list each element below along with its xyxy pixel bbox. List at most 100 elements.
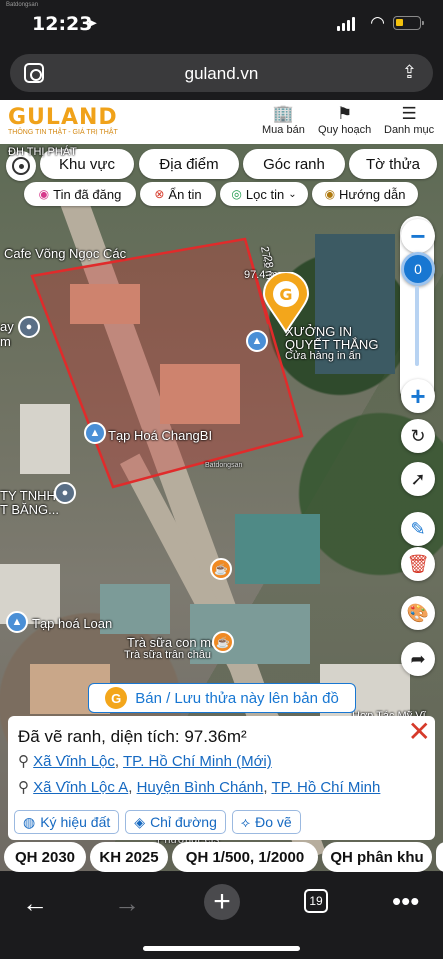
- nav-quy-hoach[interactable]: ⚑ Quy hoạch: [318, 104, 371, 136]
- tin-da-dang-button[interactable]: ◉ Tin đã đăng: [24, 182, 136, 206]
- filter-dia-diem[interactable]: Địa điểm: [139, 149, 239, 179]
- location-pin-icon: ⚲: [18, 779, 29, 796]
- huong-dan-button[interactable]: ◉ Hướng dẫn: [312, 182, 418, 206]
- measure-icon: ⟡: [240, 813, 251, 830]
- menu-icon: ☰: [401, 104, 417, 123]
- forward-arrow-icon[interactable]: →: [114, 888, 140, 919]
- draw-tools-icon[interactable]: ✎: [401, 512, 435, 546]
- tabs-button[interactable]: 19: [304, 889, 328, 913]
- browser-toolbar: ← → + 19 •••: [0, 872, 443, 959]
- link-old-commune[interactable]: Xã Vĩnh Lộc A: [33, 779, 128, 796]
- grocery-pin-icon[interactable]: ▲: [6, 611, 28, 633]
- new-tab-icon[interactable]: +: [204, 884, 240, 920]
- map-label-tap-hoa: Tạp Hoá ChangBI: [108, 428, 213, 443]
- dimension-label: 28: [261, 254, 276, 270]
- an-tin-button[interactable]: ⊗ Ẩn tin: [140, 182, 216, 206]
- cellular-signal-icon: [337, 17, 355, 31]
- delete-icon[interactable]: 🗑: [401, 547, 435, 581]
- app-header: GULAND THÔNG TIN THẬT - GIÁ TRỊ THẬT 🏢 M…: [0, 100, 443, 144]
- link-old-city[interactable]: TP. Hồ Chí Minh: [271, 779, 380, 796]
- back-arrow-icon[interactable]: ←: [22, 888, 48, 919]
- map-label-tra-sua-sub: Trà sữa trân châu: [124, 649, 212, 661]
- sell-button-label: Bán / Lưu thửa này lên bản đồ: [135, 689, 339, 707]
- button-label: Ký hiệu đất: [40, 814, 111, 830]
- nav-label: Mua bán: [262, 124, 305, 136]
- palette-icon: ◉: [38, 187, 50, 201]
- zoom-out-button[interactable]: −: [401, 219, 435, 253]
- filter-to-thua[interactable]: Tờ thửa: [349, 149, 437, 179]
- sell-save-parcel-button[interactable]: G Bán / Lưu thửa này lên bản đồ: [88, 683, 356, 713]
- share-icon[interactable]: ⇪: [402, 62, 417, 83]
- button-label: Lọc tin: [245, 186, 285, 202]
- nav-danh-muc[interactable]: ☰ Danh mục: [384, 104, 434, 136]
- button-label: Chỉ đường: [150, 814, 217, 830]
- url-text[interactable]: guland.vn: [10, 64, 433, 84]
- directions-icon: ◈: [134, 813, 146, 830]
- link-old-district[interactable]: Huyện Bình Chánh: [137, 779, 264, 796]
- location-arrow-icon: ➤: [85, 15, 98, 32]
- planning-chips: QH 2030 KH 2025 QH 1/500, 1/2000 QH phân…: [0, 842, 443, 872]
- nav-mua-ban[interactable]: 🏢 Mua bán: [262, 104, 305, 136]
- poi-pin-icon[interactable]: ●: [18, 316, 40, 338]
- map-label-tra-sua: Trà sữa con mèo: [127, 635, 226, 650]
- filter-goc-ranh[interactable]: Góc ranh: [243, 149, 345, 179]
- close-icon[interactable]: ✕: [408, 718, 431, 746]
- status-time: 12:23: [32, 13, 93, 35]
- guland-logo[interactable]: GULAND THÔNG TIN THẬT - GIÁ TRỊ THẬT: [8, 105, 118, 136]
- directions-button[interactable]: ◈ Chỉ đường: [125, 810, 226, 834]
- map-label-left: m: [0, 334, 11, 349]
- share-arrow-icon[interactable]: ➦: [401, 642, 435, 676]
- map-label-top-left: ĐH THỊ PHÁT: [8, 146, 77, 158]
- map-watermark: Batdongsan: [205, 462, 243, 469]
- wifi-icon: ◠: [370, 13, 385, 32]
- measure-button[interactable]: ⟡ Đo vẽ: [231, 810, 301, 834]
- svg-text:G: G: [279, 285, 292, 304]
- guland-marker-icon[interactable]: G: [262, 272, 310, 334]
- chip-overflow[interactable]: [436, 842, 443, 872]
- map-label-tap-hoa-loan: Tạp hoá Loan: [32, 616, 113, 631]
- address-bar[interactable]: guland.vn ⇪: [10, 54, 433, 92]
- new-address-row: ⚲ Xã Vĩnh Lộc, TP. Hồ Chí Minh (Mới): [18, 753, 272, 770]
- browser-url-area: guland.vn ⇪: [0, 48, 443, 100]
- logo-tagline: THÔNG TIN THẬT - GIÁ TRỊ THẬT: [8, 129, 118, 136]
- logo-wordmark: GULAND: [8, 105, 118, 130]
- more-icon[interactable]: •••: [392, 886, 419, 917]
- button-label: Đo vẽ: [255, 814, 292, 830]
- location-pin-icon: ⚲: [18, 753, 29, 770]
- link-new-city[interactable]: TP. Hồ Chí Minh (Mới): [123, 753, 272, 770]
- nav-label: Danh mục: [384, 124, 435, 136]
- refresh-icon[interactable]: ↻: [401, 419, 435, 453]
- chevron-down-icon: ⌄: [288, 188, 297, 200]
- chip-qh-phan-khu[interactable]: QH phân khu: [322, 842, 432, 872]
- filter-pin-icon: ◎: [231, 187, 242, 201]
- grocery-pin-icon[interactable]: ▲: [84, 422, 106, 444]
- button-label: Tin đã đăng: [53, 186, 122, 202]
- battery-icon: [393, 16, 424, 30]
- chip-kh-2025[interactable]: KH 2025: [90, 842, 168, 872]
- loc-tin-dropdown[interactable]: ◎ Lọc tin ⌄: [220, 182, 308, 206]
- zoom-slider[interactable]: [415, 286, 419, 366]
- map-pin-icon: ⚑: [336, 104, 353, 123]
- navigate-arrow-icon[interactable]: ➚: [401, 462, 435, 496]
- zoom-level-indicator[interactable]: 0: [401, 252, 435, 286]
- color-palette-icon[interactable]: 🎨: [401, 596, 435, 630]
- link-new-commune[interactable]: Xã Vĩnh Lộc: [33, 753, 115, 770]
- cafe-pin-icon[interactable]: ☕: [210, 558, 232, 580]
- home-indicator: [143, 946, 300, 951]
- land-symbol-button[interactable]: ◍ Ký hiệu đất: [14, 810, 120, 834]
- nav-label: Quy hoạch: [318, 124, 372, 136]
- map-label-cafe: Cafe Võng Ngọc Các: [4, 246, 127, 261]
- button-label: Hướng dẫn: [339, 186, 406, 202]
- cafe-pin-icon[interactable]: ☕: [212, 631, 234, 653]
- button-label: Ẩn tin: [168, 186, 202, 202]
- palette-icon: ◍: [23, 813, 36, 830]
- poi-pin-icon[interactable]: ●: [54, 482, 76, 504]
- chip-qh-1-500[interactable]: QH 1/500, 1/2000: [172, 842, 318, 872]
- map-label-company: T BĂNG...: [0, 502, 59, 517]
- parcel-info-panel: Đã vẽ ranh, diện tích: 97.36m² ✕ ⚲ Xã Vĩ…: [8, 716, 435, 840]
- chip-qh-2030[interactable]: QH 2030: [4, 842, 86, 872]
- guland-g-icon: G: [105, 687, 128, 709]
- zoom-in-button[interactable]: +: [401, 379, 435, 413]
- status-watermark: Batdongsan: [6, 2, 39, 8]
- parcel-area-title: Đã vẽ ranh, diện tích: 97.36m²: [18, 727, 247, 746]
